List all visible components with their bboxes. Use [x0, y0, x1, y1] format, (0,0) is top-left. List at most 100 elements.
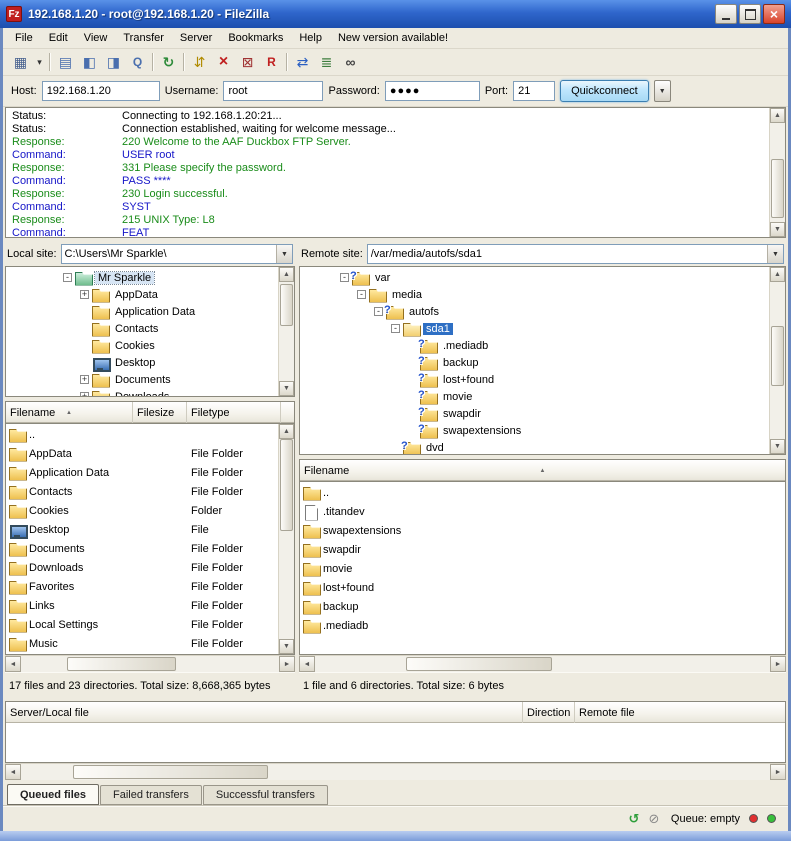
tab-queued-files[interactable]: Queued files: [7, 784, 99, 805]
toolbar-synchronized-browsing-button[interactable]: ≣: [315, 51, 338, 73]
scroll-left-icon[interactable]: [5, 764, 21, 780]
remote-tree-item-lost-found[interactable]: lost+found: [300, 371, 767, 388]
queue-column-server-local-file[interactable]: Server/Local file: [6, 702, 523, 723]
remote-tree-scrollbar[interactable]: [769, 267, 785, 454]
remote-site-path-input[interactable]: [368, 245, 767, 263]
toolbar-cancel-button[interactable]: ×: [212, 51, 235, 73]
toolbar-refresh-button[interactable]: ↻: [157, 51, 180, 73]
menu-file[interactable]: File: [7, 30, 41, 46]
remote-file-row-swapdir[interactable]: swapdir: [303, 540, 785, 559]
scroll-down-icon[interactable]: [770, 222, 785, 237]
local-file-row-contacts[interactable]: Contacts File Folder: [9, 482, 277, 501]
local-file-row-desktop[interactable]: Desktop File: [9, 520, 277, 539]
local-file-row-[interactable]: ..: [9, 425, 277, 444]
scroll-down-icon[interactable]: [279, 639, 294, 654]
queue-list[interactable]: [5, 723, 786, 763]
toolbar-site-manager-button[interactable]: ▦: [9, 51, 32, 73]
local-tree-item-appdata[interactable]: AppData: [6, 286, 276, 303]
scroll-right-icon[interactable]: [770, 656, 786, 672]
scrollbar-track[interactable]: [279, 439, 294, 639]
close-button[interactable]: [763, 4, 785, 24]
toolbar-remote-tree-toggle-button[interactable]: ◨: [102, 51, 125, 73]
local-file-row-application-data[interactable]: Application Data File Folder: [9, 463, 277, 482]
scrollbar-track[interactable]: [315, 656, 770, 672]
local-site-combo[interactable]: [61, 244, 293, 264]
remote-file-row-lost-found[interactable]: lost+found: [303, 578, 785, 597]
toolbar-disconnect-button[interactable]: ⊠: [236, 51, 259, 73]
scrollbar-track[interactable]: [770, 123, 785, 222]
combo-dropdown-icon[interactable]: [767, 245, 783, 263]
local-file-row-cookies[interactable]: Cookies Folder: [9, 501, 277, 520]
remote-file-row-[interactable]: ..: [303, 483, 785, 502]
scrollbar-track[interactable]: [21, 656, 279, 672]
local-list-horizontal-scrollbar[interactable]: [5, 655, 295, 672]
scrollbar-track[interactable]: [21, 764, 770, 780]
scrollbar-thumb[interactable]: [280, 284, 293, 326]
titlebar[interactable]: Fz 192.168.1.20 - root@192.168.1.20 - Fi…: [0, 0, 791, 28]
local-tree-item-application-data[interactable]: Application Data: [6, 303, 276, 320]
expander-icon[interactable]: [374, 307, 383, 316]
scroll-up-icon[interactable]: [770, 108, 785, 123]
quickconnect-button[interactable]: Quickconnect: [560, 80, 649, 102]
remote-tree-item-var[interactable]: var: [300, 269, 767, 286]
scrollbar-thumb[interactable]: [771, 159, 784, 218]
directory-comparison-status-icon[interactable]: ↺: [626, 811, 642, 827]
speed-limit-status-icon[interactable]: ⊘: [646, 811, 662, 827]
local-column-filesize[interactable]: Filesize: [133, 402, 187, 423]
scrollbar-thumb[interactable]: [406, 657, 552, 671]
local-tree-item-cookies[interactable]: Cookies: [6, 337, 276, 354]
remote-tree-item-swapdir[interactable]: swapdir: [300, 405, 767, 422]
remote-file-row-swapextensions[interactable]: swapextensions: [303, 521, 785, 540]
expander-icon[interactable]: [340, 273, 349, 282]
local-tree-item-documents[interactable]: Documents: [6, 371, 276, 388]
expander-icon[interactable]: [63, 273, 72, 282]
scrollbar-thumb[interactable]: [280, 439, 293, 531]
username-input[interactable]: [223, 81, 323, 101]
toolbar-find-files-button[interactable]: ∞: [339, 51, 362, 73]
menu-help[interactable]: Help: [291, 30, 330, 46]
local-file-row-favorites[interactable]: Favorites File Folder: [9, 577, 277, 596]
remote-tree-item-sda1[interactable]: sda1: [300, 320, 767, 337]
queue-column-direction[interactable]: Direction: [523, 702, 575, 723]
remote-tree-item-dvd[interactable]: dvd: [300, 439, 767, 455]
scrollbar-thumb[interactable]: [73, 765, 268, 779]
toolbar-reconnect-button[interactable]: R: [260, 51, 283, 73]
expander-icon[interactable]: [391, 324, 400, 333]
maximize-button[interactable]: [739, 4, 761, 24]
scroll-right-icon[interactable]: [279, 656, 295, 672]
remote-tree-item-backup[interactable]: backup: [300, 354, 767, 371]
local-column-filename[interactable]: Filename: [6, 402, 133, 423]
local-file-row-links[interactable]: Links File Folder: [9, 596, 277, 615]
combo-dropdown-icon[interactable]: [276, 245, 292, 263]
remote-site-combo[interactable]: [367, 244, 784, 264]
local-file-row-downloads[interactable]: Downloads File Folder: [9, 558, 277, 577]
password-input[interactable]: [385, 81, 480, 101]
toolbar-site-manager-dropdown-button[interactable]: ▾: [33, 51, 46, 73]
menu-server[interactable]: Server: [172, 30, 220, 46]
local-file-row-music[interactable]: Music File Folder: [9, 634, 277, 653]
port-input[interactable]: [513, 81, 555, 101]
minimize-button[interactable]: [715, 4, 737, 24]
toolbar-local-tree-toggle-button[interactable]: ◧: [78, 51, 101, 73]
scroll-left-icon[interactable]: [299, 656, 315, 672]
local-file-row-documents[interactable]: Documents File Folder: [9, 539, 277, 558]
menu-transfer[interactable]: Transfer: [115, 30, 172, 46]
remote-list-horizontal-scrollbar[interactable]: [299, 655, 786, 672]
tab-failed-transfers[interactable]: Failed transfers: [100, 785, 202, 805]
toolbar-process-queue-button[interactable]: ⇵: [188, 51, 211, 73]
menu-new-version-available[interactable]: New version available!: [330, 30, 456, 46]
scroll-up-icon[interactable]: [770, 267, 785, 282]
local-list-scrollbar[interactable]: [278, 424, 294, 654]
scrollbar-thumb[interactable]: [67, 657, 175, 671]
scroll-down-icon[interactable]: [279, 381, 294, 396]
local-tree-item-desktop[interactable]: Desktop: [6, 354, 276, 371]
remote-tree-item-movie[interactable]: movie: [300, 388, 767, 405]
menu-edit[interactable]: Edit: [41, 30, 76, 46]
scroll-up-icon[interactable]: [279, 424, 294, 439]
scrollbar-track[interactable]: [770, 282, 785, 439]
scroll-left-icon[interactable]: [5, 656, 21, 672]
toolbar-queue-toggle-button[interactable]: Q: [126, 51, 149, 73]
remote-column-filename[interactable]: Filename: [300, 460, 785, 481]
remote-file-row-mediadb[interactable]: .mediadb: [303, 616, 785, 635]
menu-view[interactable]: View: [76, 30, 116, 46]
